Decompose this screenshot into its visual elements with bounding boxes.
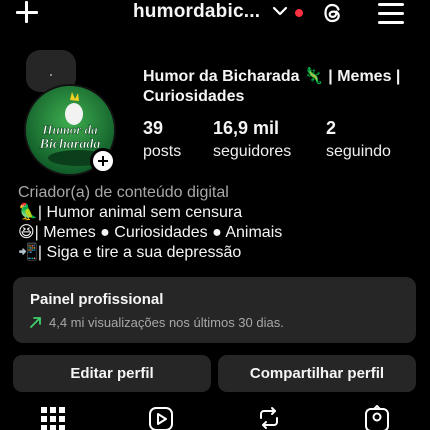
- chevron-down-icon[interactable]: [272, 5, 288, 17]
- username[interactable]: humordabic...: [133, 1, 260, 23]
- reposts-icon[interactable]: [256, 405, 282, 430]
- menu-icon[interactable]: [378, 2, 404, 24]
- top-bar: humordabic...: [0, 0, 430, 30]
- bio-category: Criador(a) de conteúdo digital: [18, 184, 229, 201]
- svg-text:Bicharada: Bicharada: [39, 137, 101, 152]
- avatar-wrapper[interactable]: Humor da Bicharada: [24, 84, 116, 176]
- trend-up-icon: [30, 317, 41, 328]
- bio: Criador(a) de conteúdo digital 🦜| Humor …: [18, 183, 418, 263]
- pro-panel-title: Painel profissional: [30, 291, 164, 308]
- svg-text:Humor da: Humor da: [41, 122, 98, 137]
- share-profile-button[interactable]: Compartilhar perfil: [218, 355, 416, 392]
- bio-line: 📲| Siga e tire a sua depressão: [18, 244, 242, 261]
- following-count[interactable]: 2: [326, 118, 336, 139]
- posts-count[interactable]: 39: [143, 118, 163, 139]
- threads-icon[interactable]: [320, 0, 346, 26]
- edit-profile-button[interactable]: Editar perfil: [13, 355, 211, 392]
- create-plus-icon[interactable]: [14, 0, 42, 26]
- reels-icon[interactable]: [148, 405, 174, 430]
- grid-icon[interactable]: [40, 405, 66, 430]
- professional-dashboard-panel[interactable]: Painel profissional 4,4 mi visualizações…: [13, 277, 416, 343]
- tagged-icon[interactable]: [364, 405, 390, 430]
- display-name: Humor da Bicharada 🦎 | Memes | Curiosida…: [143, 68, 401, 105]
- pro-panel-subtitle: 4,4 mi visualizações nos últimos 30 dias…: [49, 315, 284, 330]
- following-label[interactable]: seguindo: [326, 143, 391, 161]
- followers-label[interactable]: seguidores: [213, 143, 291, 161]
- notification-dot: [295, 9, 303, 17]
- bio-line: 🦜| Humor animal sem censura: [18, 204, 243, 221]
- posts-label[interactable]: posts: [143, 143, 181, 161]
- bio-line: 😆| Memes ● Curiosidades ● Animais: [18, 224, 283, 241]
- add-story-button[interactable]: [90, 148, 116, 174]
- followers-count[interactable]: 16,9 mil: [213, 118, 279, 139]
